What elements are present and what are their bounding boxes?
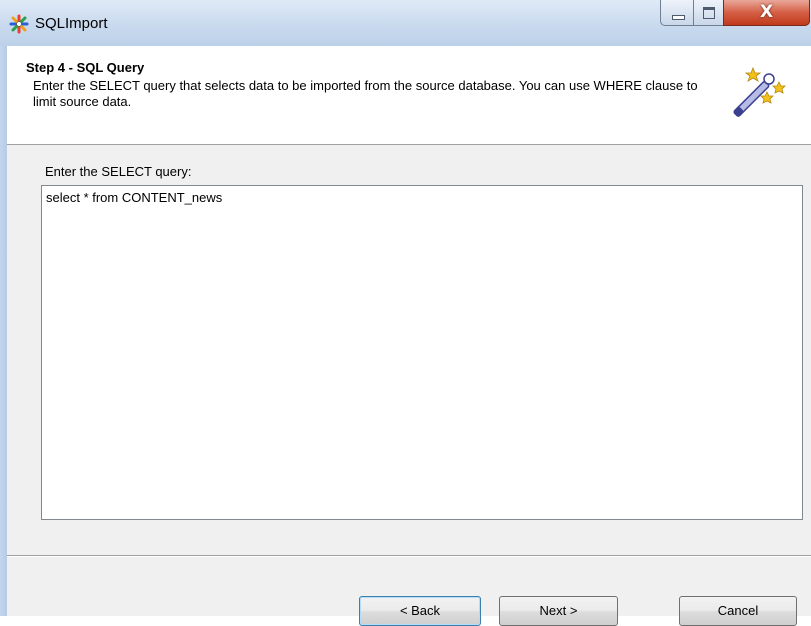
- maximize-icon: [703, 7, 715, 19]
- step-description: Enter the SELECT query that selects data…: [33, 78, 698, 109]
- back-button[interactable]: < Back: [359, 596, 481, 626]
- maximize-button[interactable]: [693, 0, 724, 26]
- app-star-icon[interactable]: [9, 14, 29, 34]
- cancel-button[interactable]: Cancel: [679, 596, 797, 626]
- magic-wand-icon: [733, 66, 786, 117]
- close-icon: X: [759, 2, 774, 22]
- query-label: Enter the SELECT query:: [45, 164, 192, 179]
- window-frame-left: [0, 46, 7, 616]
- title-bar[interactable]: SQLImport X: [0, 0, 811, 46]
- minimize-icon: [672, 15, 685, 20]
- window-title: SQLImport: [35, 15, 108, 32]
- wizard-content: Enter the SELECT query: select * from CO…: [7, 145, 811, 626]
- sqlimport-window: SQLImport X Step 4 - SQL Query Enter the…: [0, 0, 811, 626]
- step-title: Step 4 - SQL Query: [26, 60, 145, 75]
- close-button[interactable]: X: [723, 0, 810, 26]
- wizard-header: Step 4 - SQL Query Enter the SELECT quer…: [7, 46, 811, 145]
- minimize-button[interactable]: [660, 0, 694, 26]
- sql-query-input[interactable]: select * from CONTENT_news: [41, 185, 803, 520]
- button-separator: [7, 555, 811, 557]
- next-button[interactable]: Next >: [499, 596, 618, 626]
